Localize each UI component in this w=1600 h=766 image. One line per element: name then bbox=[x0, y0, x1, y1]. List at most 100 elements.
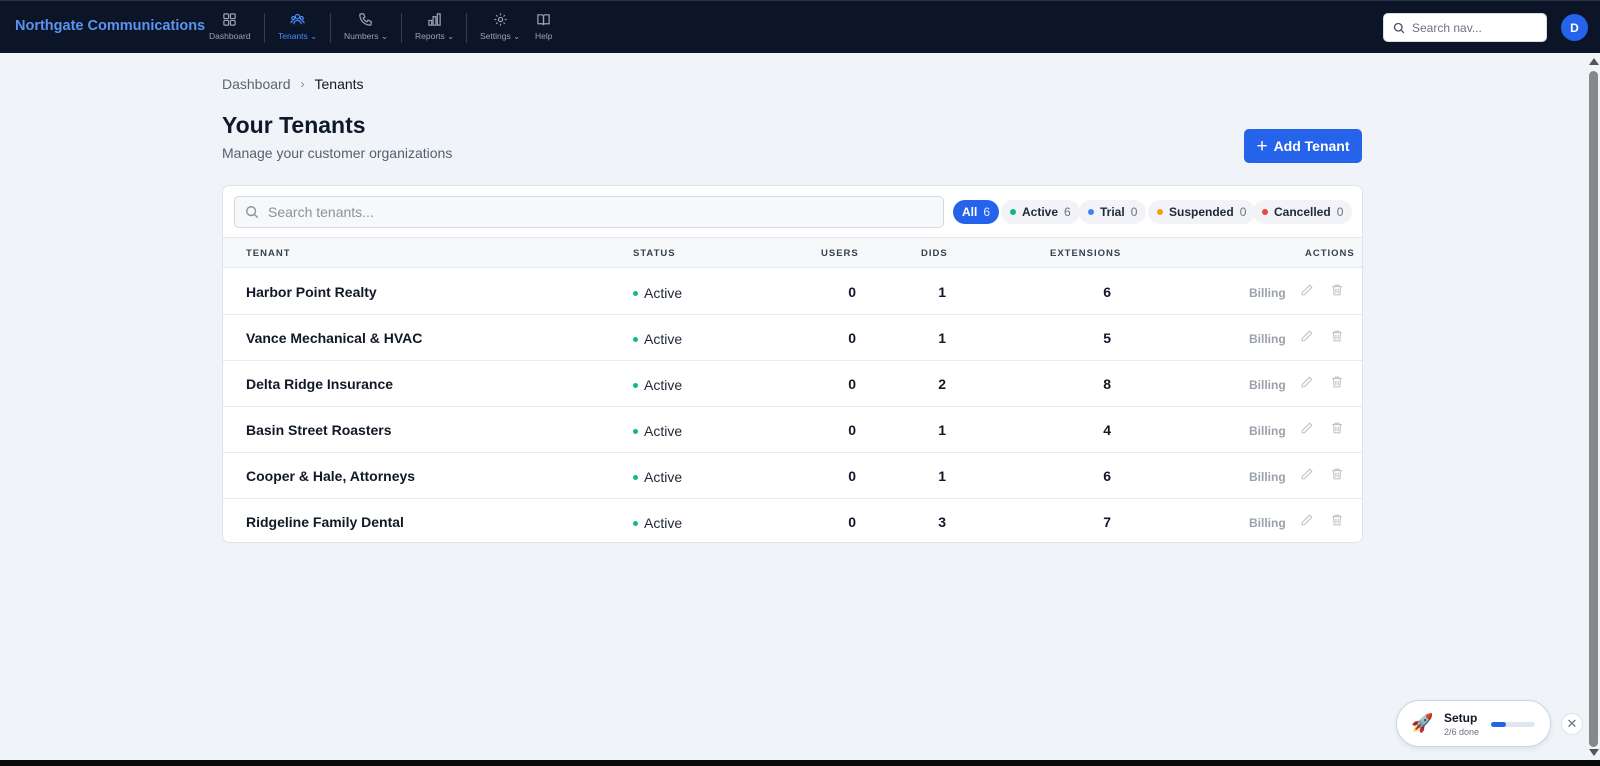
add-tenant-button[interactable]: + Add Tenant bbox=[1244, 129, 1362, 163]
users-count: 0 bbox=[848, 284, 856, 300]
trash-icon[interactable] bbox=[1330, 329, 1344, 346]
edit-icon[interactable] bbox=[1300, 375, 1314, 392]
status-text: Active bbox=[644, 377, 683, 393]
tenant-name[interactable]: Ridgeline Family Dental bbox=[246, 514, 404, 530]
status-text: Active bbox=[644, 515, 683, 531]
users-icon bbox=[290, 13, 305, 25]
nav-label: Settings ⌄ bbox=[480, 31, 520, 42]
nav-divider bbox=[330, 13, 331, 43]
tenant-search-input[interactable]: Search tenants... bbox=[234, 196, 944, 228]
nav-item-help[interactable]: Help bbox=[535, 12, 552, 46]
extensions-count: 7 bbox=[1103, 514, 1111, 530]
edit-icon[interactable] bbox=[1300, 283, 1314, 300]
edit-icon[interactable] bbox=[1300, 329, 1314, 346]
users-count: 0 bbox=[848, 468, 856, 484]
tenant-name[interactable]: Cooper & Hale, Attorneys bbox=[246, 468, 415, 484]
status-badge: Active bbox=[633, 515, 682, 531]
table-row[interactable]: Delta Ridge Insurance Active 0 2 8 Billing bbox=[223, 361, 1362, 407]
nav-item-settings[interactable]: Settings ⌄ bbox=[480, 12, 520, 46]
edit-icon[interactable] bbox=[1300, 421, 1314, 438]
setup-widget[interactable]: 🚀 Setup 2/6 done bbox=[1396, 700, 1551, 747]
filter-chip-active[interactable]: Active 6 bbox=[1001, 200, 1080, 224]
dids-count: 1 bbox=[938, 330, 946, 346]
tenant-name[interactable]: Vance Mechanical & HVAC bbox=[246, 330, 422, 346]
filter-chip-cancelled[interactable]: Cancelled 0 bbox=[1253, 200, 1353, 224]
col-users[interactable]: USERS bbox=[821, 248, 859, 259]
nav-item-tenants[interactable]: Tenants ⌄ bbox=[278, 12, 317, 46]
status-dot bbox=[633, 520, 638, 526]
extensions-count: 6 bbox=[1103, 284, 1111, 300]
col-dids[interactable]: DIDS bbox=[921, 248, 948, 259]
status-badge: Active bbox=[633, 285, 682, 301]
nav-search-input[interactable]: Search nav... bbox=[1383, 13, 1547, 42]
chip-label: Cancelled bbox=[1274, 205, 1331, 219]
breadcrumb-dashboard[interactable]: Dashboard bbox=[222, 76, 291, 92]
nav-label: Reports ⌄ bbox=[415, 31, 454, 42]
nav-item-dashboard[interactable]: Dashboard bbox=[209, 12, 251, 46]
col-status[interactable]: STATUS bbox=[633, 248, 676, 259]
status-dot bbox=[633, 474, 638, 480]
tenants-card: Search tenants... All 6 Active 6 Trial 0… bbox=[222, 185, 1363, 543]
chip-count: 6 bbox=[1064, 205, 1071, 219]
trash-icon[interactable] bbox=[1330, 421, 1344, 438]
status-dot bbox=[633, 382, 638, 388]
chip-label: All bbox=[962, 205, 978, 219]
edit-icon[interactable] bbox=[1300, 513, 1314, 530]
page-title: Your Tenants bbox=[222, 112, 366, 138]
tenant-name[interactable]: Harbor Point Realty bbox=[246, 284, 377, 300]
billing-link[interactable]: Billing bbox=[1249, 424, 1286, 438]
filter-chip-trial[interactable]: Trial 0 bbox=[1079, 200, 1147, 224]
nav-item-numbers[interactable]: Numbers ⌄ bbox=[344, 12, 388, 46]
close-icon[interactable]: ✕ bbox=[1561, 713, 1583, 735]
billing-link[interactable]: Billing bbox=[1249, 378, 1286, 392]
table-row[interactable]: Harbor Point Realty Active 0 1 6 Billing bbox=[223, 269, 1362, 315]
scrollbar-thumb[interactable] bbox=[1589, 71, 1598, 747]
plus-icon: + bbox=[1256, 135, 1268, 157]
search-icon bbox=[1393, 22, 1405, 33]
scroll-down-icon[interactable] bbox=[1589, 749, 1599, 756]
table-row[interactable]: Basin Street Roasters Active 0 1 4 Billing bbox=[223, 407, 1362, 453]
nav-label: Tenants ⌄ bbox=[278, 31, 317, 42]
search-icon bbox=[246, 206, 259, 219]
extensions-count: 5 bbox=[1103, 330, 1111, 346]
scrollbar[interactable] bbox=[1586, 53, 1600, 760]
edit-icon[interactable] bbox=[1300, 467, 1314, 484]
nav-label: Numbers ⌄ bbox=[344, 31, 388, 42]
col-tenant[interactable]: TENANT bbox=[246, 248, 291, 259]
nav-item-reports[interactable]: Reports ⌄ bbox=[415, 12, 454, 46]
tenant-name[interactable]: Delta Ridge Insurance bbox=[246, 376, 393, 392]
avatar[interactable]: D bbox=[1561, 14, 1588, 41]
status-badge: Active bbox=[633, 423, 682, 439]
nav-label: Help bbox=[535, 31, 553, 41]
users-count: 0 bbox=[848, 330, 856, 346]
billing-link[interactable]: Billing bbox=[1249, 470, 1286, 484]
chip-label: Active bbox=[1022, 205, 1059, 219]
table-row[interactable]: Cooper & Hale, Attorneys Active 0 1 6 Billing bbox=[223, 453, 1362, 499]
chevron-down-icon: ⌄ bbox=[447, 31, 455, 41]
billing-link[interactable]: Billing bbox=[1249, 332, 1286, 346]
trash-icon[interactable] bbox=[1330, 283, 1344, 300]
add-tenant-label: Add Tenant bbox=[1273, 138, 1350, 154]
filter-chip-suspended[interactable]: Suspended 0 bbox=[1148, 200, 1256, 224]
users-count: 0 bbox=[848, 514, 856, 530]
gear-icon bbox=[494, 13, 507, 26]
status-text: Active bbox=[644, 469, 683, 485]
billing-link[interactable]: Billing bbox=[1249, 286, 1286, 300]
trash-icon[interactable] bbox=[1330, 375, 1344, 392]
dids-count: 1 bbox=[938, 422, 946, 438]
scroll-up-icon[interactable] bbox=[1589, 58, 1599, 65]
tenant-name[interactable]: Basin Street Roasters bbox=[246, 422, 392, 438]
table-row[interactable]: Vance Mechanical & HVAC Active 0 1 5 Billing bbox=[223, 315, 1362, 361]
nav-divider bbox=[466, 13, 467, 43]
setup-progress-fill bbox=[1491, 722, 1506, 727]
filter-chip-all[interactable]: All 6 bbox=[953, 200, 1000, 224]
status-text: Active bbox=[644, 423, 683, 439]
table-row[interactable]: Ridgeline Family Dental Active 0 3 7 Billing bbox=[223, 499, 1362, 542]
brand-name[interactable]: Northgate Communications bbox=[15, 18, 205, 34]
trash-icon[interactable] bbox=[1330, 467, 1344, 484]
status-text: Active bbox=[644, 285, 683, 301]
col-extensions[interactable]: EXTENSIONS bbox=[1050, 248, 1121, 259]
trash-icon[interactable] bbox=[1330, 513, 1344, 530]
extensions-count: 4 bbox=[1103, 422, 1111, 438]
billing-link[interactable]: Billing bbox=[1249, 516, 1286, 530]
